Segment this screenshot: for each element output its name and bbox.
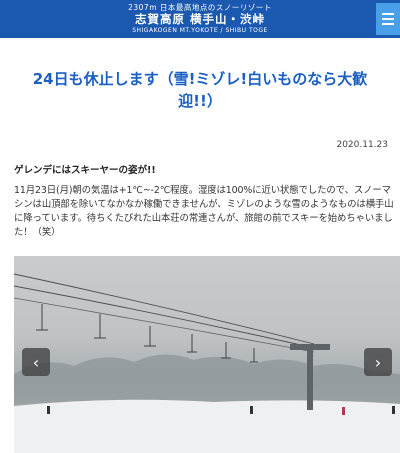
post-lead: ゲレンデにはスキーヤーの姿が!! <box>14 165 156 176</box>
site-logo-text[interactable]: 志賀高原 横手山・渋峠 <box>0 12 400 26</box>
photo-slider[interactable]: ‹ › <box>14 256 400 453</box>
hamburger-icon-line <box>382 23 394 25</box>
post-title: 24日も休止します（雪!ミゾレ!白いものなら大歓迎!!） <box>32 70 368 110</box>
chevron-left-icon: ‹ <box>32 352 40 372</box>
post-date: 2020.11.23 <box>336 140 388 150</box>
hamburger-icon-line <box>382 18 394 20</box>
chevron-right-icon: › <box>374 352 382 372</box>
site-logo-subtext: SHIGAKOGEN MT.YOKOTE / SHIBU TOGE <box>132 27 268 34</box>
slider-prev-button[interactable]: ‹ <box>22 348 50 376</box>
site-tagline: 2307m 日本最高地点のスノーリゾート <box>128 3 272 12</box>
ski-slope-photo <box>14 273 400 453</box>
site-header: 2307m 日本最高地点のスノーリゾート 志賀高原 横手山・渋峠 SHIGAKO… <box>0 0 400 38</box>
hamburger-icon <box>382 13 394 15</box>
menu-button[interactable] <box>376 3 400 35</box>
post-body: 11月23日(月)朝の気温は+1℃~-2℃程度。湿度は100%に近い状態でしたの… <box>14 185 394 238</box>
slider-next-button[interactable]: › <box>364 348 392 376</box>
